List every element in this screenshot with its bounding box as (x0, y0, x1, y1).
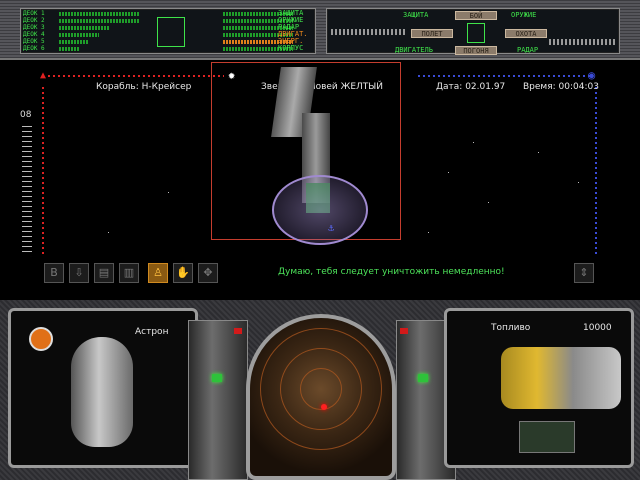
card-icon[interactable]: ▤ (94, 263, 114, 283)
hand-icon[interactable]: ✋ (173, 263, 193, 283)
import-icon[interactable]: ⇩ (69, 263, 89, 283)
status-label: РАДАР (517, 46, 539, 54)
system-label: КОРПУС (278, 44, 304, 52)
fuel-panel: Топливо 10000 (444, 308, 634, 468)
gauge-bar (331, 29, 407, 35)
chase-mode-button[interactable]: ПОГОНЯ (455, 46, 497, 55)
top-console: ДЕОК 1 ДЕОК 2 ДЕОК 3 ДЕОК 4 ДЕОК 5 ДЕОК … (0, 0, 640, 60)
b-icon[interactable]: B (44, 263, 64, 283)
left-heading-rail (48, 75, 224, 77)
pilot-name: Астрон (135, 327, 169, 337)
fuel-canister (501, 347, 621, 409)
right-pitch-rail (595, 84, 597, 254)
status-label: ОРУЖИЕ (511, 11, 537, 19)
hunt-mode-button[interactable]: ОХОТА (505, 29, 547, 38)
flight-mode-button[interactable]: ПОЛЕТ (411, 29, 453, 38)
target-frame[interactable]: ⚓ (211, 62, 401, 245)
status-label: ЗАЩИТА (403, 11, 429, 19)
deck-label: ДЕОК 6 (23, 45, 45, 52)
radar-sphere[interactable] (246, 314, 396, 480)
space-viewport[interactable]: ▲ ✹ ◉ 08 Корабль: Н-Крейсер Звезда: α Ло… (18, 62, 622, 300)
gauge-bar (549, 39, 615, 45)
time-info: Время: 00:04:03 (523, 82, 599, 92)
date-info: Дата: 02.01.97 (436, 82, 506, 92)
cargo-icon[interactable]: ▥ (119, 263, 139, 283)
deck-status-panel: ДЕОК 1 ДЕОК 2 ДЕОК 3 ДЕОК 4 ДЕОК 5 ДЕОК … (20, 8, 316, 54)
status-label: ДВИГАТЕЛЬ (395, 46, 433, 54)
ship-info: Корабль: Н-Крейсер (96, 82, 192, 92)
left-pitch-rail (42, 84, 44, 254)
nav-beacon-icon: ⚓ (328, 223, 335, 234)
warning-light (234, 328, 242, 334)
move-icon[interactable]: ✥ (198, 263, 218, 283)
fuel-label: Топливо (491, 323, 531, 333)
left-cannon (188, 320, 248, 480)
right-heading-rail (418, 75, 593, 77)
mode-selector-icon[interactable] (467, 23, 485, 43)
planet-icon: ◉ (588, 68, 596, 82)
battle-mode-button[interactable]: БОЙ (455, 11, 497, 20)
fuel-value: 10000 (583, 323, 612, 333)
right-cannon-light (418, 374, 428, 382)
deck-selector-icon[interactable] (157, 17, 185, 47)
pilot-icon[interactable]: ♙ (148, 263, 168, 283)
warning-light (400, 328, 408, 334)
mode-panel: ЗАЩИТА ДВИГАТЕЛЬ ОРУЖИЕ РАДАР БОЙ ПОЛЕТ … (326, 8, 620, 55)
ship-marker-icon: ▲ (40, 70, 47, 81)
radar-contact (321, 404, 327, 410)
speed-readout: 08 (20, 110, 32, 120)
faction-emblem-icon[interactable] (29, 327, 53, 351)
comm-message: Думаю, тебя следует уничтожить немедленн… (278, 267, 505, 277)
speed-gauge (22, 122, 32, 252)
pilot-portrait[interactable] (71, 337, 133, 447)
cockpit-dashboard: Астрон Топливо 10000 (0, 300, 640, 480)
pilot-panel: Астрон (8, 308, 198, 468)
ship-status-icon[interactable] (519, 421, 575, 453)
system-list: ЗАЩИТА ОРУЖИЕ РАДАР ДВИГАТ. ЭНЕРГ. КОРПУ… (278, 10, 318, 56)
target-shield-disc (272, 175, 368, 245)
left-cannon-light (212, 374, 222, 382)
scroll-icon[interactable]: ⇕ (574, 263, 594, 283)
